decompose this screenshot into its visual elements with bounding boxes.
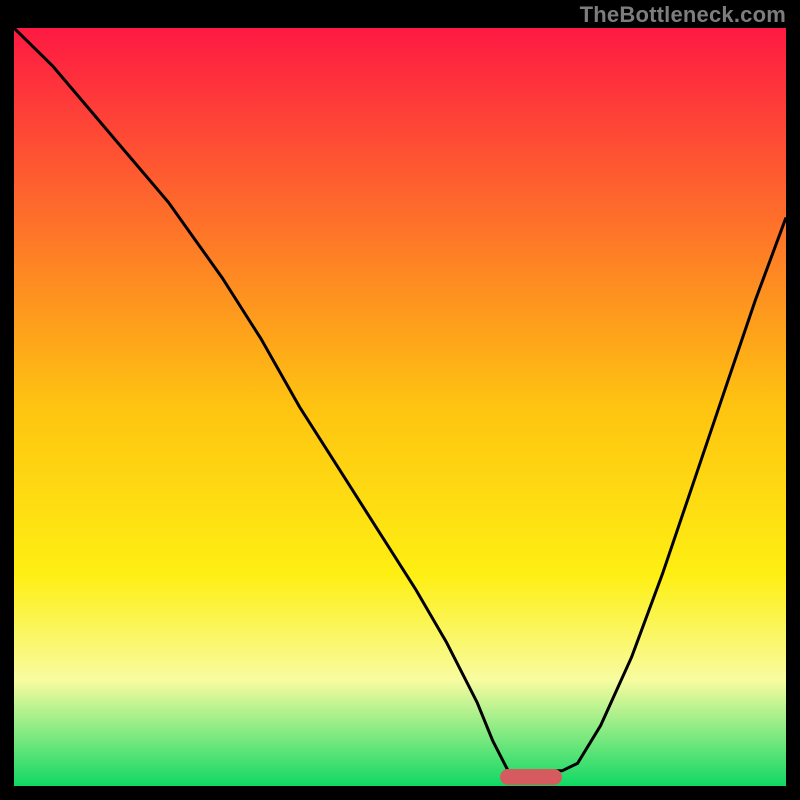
optimum-marker [500, 769, 562, 785]
bottleneck-chart [14, 28, 786, 786]
watermark-label: TheBottleneck.com [580, 2, 786, 28]
gradient-background [14, 28, 786, 786]
chart-frame [14, 28, 786, 786]
